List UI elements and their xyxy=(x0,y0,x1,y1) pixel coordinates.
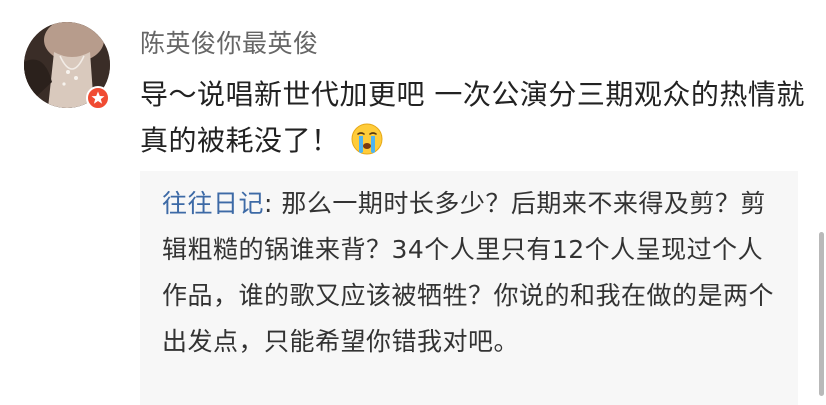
reply-body: 往往日记: 那么一期时长多少？后期来不来得及剪？剪辑粗糙的锅谁来背？34个人里只… xyxy=(162,181,776,365)
comment-item: 陈英俊你最英俊 导～说唱新世代加更吧 一次公演分三期观众的热情就真的被耗没了！ … xyxy=(0,0,826,405)
crying-face-icon xyxy=(350,122,384,156)
verified-badge xyxy=(86,86,110,110)
reply-author[interactable]: 往往日记 xyxy=(162,189,264,218)
comment-body: 导～说唱新世代加更吧 一次公演分三期观众的热情就真的被耗没了！ xyxy=(140,72,808,164)
star-icon xyxy=(91,91,105,104)
comment-username[interactable]: 陈英俊你最英俊 xyxy=(140,24,319,60)
scrollbar[interactable] xyxy=(819,232,824,396)
reply-box[interactable]: 往往日记: 那么一期时长多少？后期来不来得及剪？剪辑粗糙的锅谁来背？34个人里只… xyxy=(140,171,798,405)
comment-text: 导～说唱新世代加更吧 一次公演分三期观众的热情就真的被耗没了！ xyxy=(140,78,805,157)
reply-separator: : xyxy=(264,189,282,218)
